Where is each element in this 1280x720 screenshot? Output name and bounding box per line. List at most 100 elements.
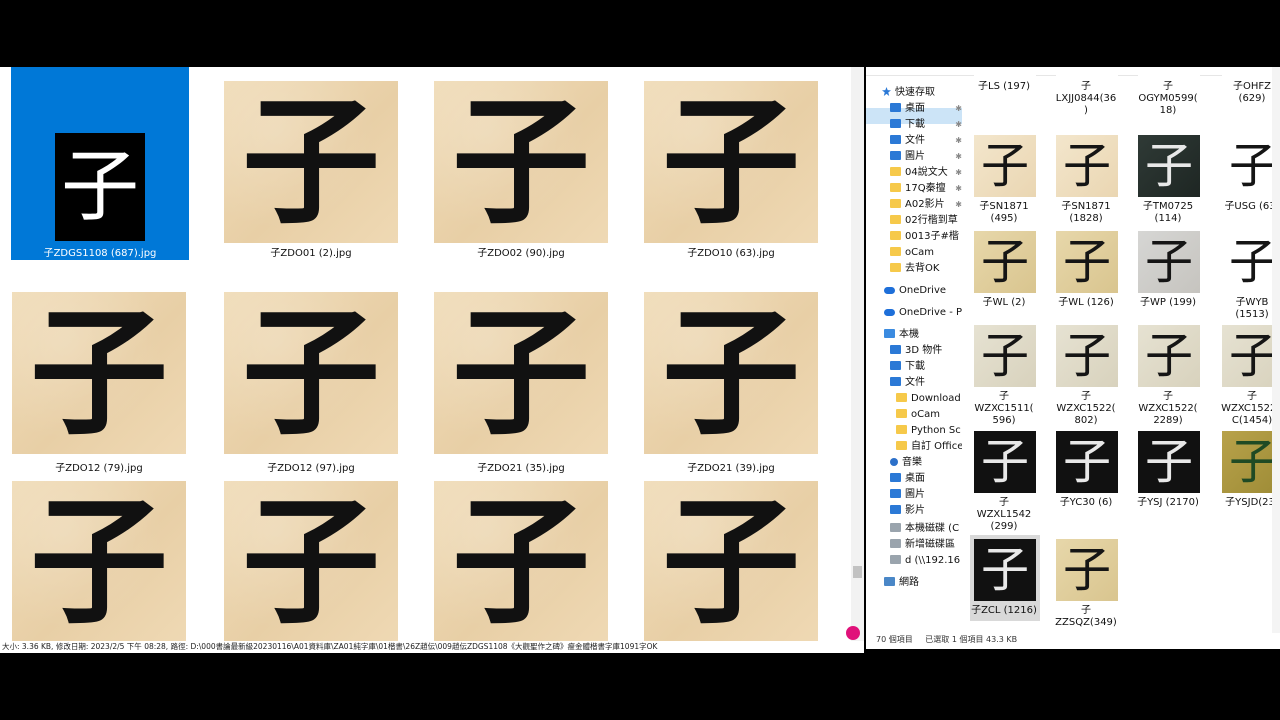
folder-icon (890, 247, 901, 256)
nav-item[interactable]: 去背OK (890, 261, 962, 277)
nav-item[interactable]: 下載 (890, 359, 962, 375)
nav-item[interactable]: 網路 (884, 575, 962, 591)
file-item[interactable]: 子子WL (2) (974, 231, 1036, 321)
thumbnail-item[interactable]: 子 (644, 473, 818, 653)
nav-item[interactable]: A02影片 ✱ (890, 197, 962, 213)
nav-item[interactable]: 文件 (890, 375, 962, 391)
nav-item[interactable]: 桌面 (890, 471, 962, 487)
nav-item[interactable]: oCam (890, 245, 962, 261)
thumbnail-item[interactable]: 子子ZDO21 (35).jpg (434, 280, 608, 480)
nav-item[interactable]: 本機 (884, 327, 962, 343)
nav-item[interactable]: d (\\192.16 (890, 553, 962, 569)
nav-item[interactable]: oCam (896, 407, 962, 423)
nav-item-label: 桌面 (905, 103, 925, 114)
nav-item[interactable]: 快速存取 (882, 85, 962, 101)
nav-item-label: 17Q秦擅 (905, 183, 946, 194)
selection-info: 已選取 1 個項目 43.3 KB (925, 635, 1018, 644)
file-item[interactable]: 子子ZCL (1216) (970, 535, 1040, 629)
nav-item[interactable]: 04說文大 ✱ (890, 165, 962, 181)
download-icon (890, 119, 901, 128)
file-name: 子 ZZSQZ(349) (1055, 605, 1117, 628)
thumbnail-caption: 子ZDO01 (2).jpg (270, 248, 352, 259)
file-name: 子SN1871 (495) (979, 201, 1029, 224)
folder-icon (890, 199, 901, 208)
nav-item[interactable]: 02行楷到草 (890, 213, 962, 229)
nav-item-label: oCam (911, 409, 940, 420)
nav-item[interactable]: 自訂 Office (896, 439, 962, 455)
thumbnail-image: 子 (224, 292, 398, 454)
thumbnail-item[interactable]: 子 (12, 473, 186, 653)
file-item[interactable]: 子子SN1871 (1828) (1056, 135, 1118, 225)
file-item[interactable]: 子子 WZXC1511(596) (974, 325, 1036, 426)
nav-item[interactable]: 圖片 (890, 487, 962, 503)
thumbnail-image: 子 (12, 481, 186, 643)
cloud-icon (884, 309, 895, 316)
nav-item[interactable]: 圖片 ✱ (890, 149, 962, 165)
download-icon (890, 361, 901, 370)
nav-item[interactable]: 下載 ✱ (890, 117, 962, 133)
thumbnail-image: 子 (434, 292, 608, 454)
document-icon (890, 377, 901, 386)
nav-item[interactable]: 0013子#楷 (890, 229, 962, 245)
nav-item-label: 本機 (899, 329, 919, 340)
music-icon (890, 458, 898, 466)
thumbnail-caption: 子ZDO02 (90).jpg (477, 248, 565, 259)
file-name: 子 WZXC1522(802) (1056, 391, 1116, 426)
nav-item[interactable]: 文件 ✱ (890, 133, 962, 149)
nav-item[interactable]: 音樂 (890, 455, 962, 471)
file-item[interactable]: 子子 WZXL1542 (299) (974, 431, 1036, 532)
nav-item[interactable]: 影片 (890, 503, 962, 519)
thumbnail-image: 子 (12, 292, 186, 454)
thumbnail-item[interactable]: 子子ZDO01 (2).jpg (224, 67, 398, 267)
nav-item[interactable]: 本機磁碟 (C (890, 521, 962, 537)
nav-item[interactable]: 新增磁碟區 (890, 537, 962, 553)
nav-item[interactable]: OneDrive - P (884, 305, 962, 321)
file-name: 子 WZXC1511(596) (974, 391, 1034, 426)
nav-item[interactable]: Download (896, 391, 962, 407)
vertical-scrollbar[interactable] (1272, 67, 1280, 633)
nav-item-label: 圖片 (905, 489, 925, 500)
calligraphy-glyph: 子 (451, 80, 590, 243)
thumbnail-image: 子 (644, 292, 818, 454)
file-name: 子 OGYM0599(18) (1138, 81, 1198, 116)
file-item[interactable]: 子子SN1871 (495) (974, 135, 1036, 225)
file-item[interactable]: 子子 WZXC1522(2289) (1138, 325, 1200, 426)
file-thumbnail (1056, 67, 1118, 77)
file-thumbnail: 子 (974, 325, 1036, 387)
file-item[interactable]: 子子TM0725 (114) (1138, 135, 1200, 225)
file-item[interactable]: 子子YSJ (2170) (1137, 431, 1200, 521)
nav-item[interactable]: OneDrive (884, 283, 962, 299)
file-item[interactable]: 子子WL (126) (1056, 231, 1118, 321)
thumbnail-item[interactable]: 子子ZDO02 (90).jpg (434, 67, 608, 267)
pin-icon: ✱ (955, 120, 962, 129)
video-icon (890, 505, 901, 514)
file-item[interactable]: 子子 ZZSQZ(349) (1055, 539, 1118, 629)
thumbnail-item[interactable]: 子 (434, 473, 608, 653)
thumbnail-item[interactable]: 子子ZDO21 (39).jpg (644, 280, 818, 480)
nav-item-label: 新增磁碟區 (905, 539, 955, 550)
nav-item[interactable]: Python Sc (896, 423, 962, 439)
file-item[interactable]: 子子 WZXC1522(802) (1056, 325, 1118, 426)
file-thumbnail: 子 (1138, 231, 1200, 293)
folder-icon (896, 393, 907, 402)
calligraphy-glyph: 子 (1144, 234, 1193, 290)
thumbnail-item[interactable]: 子子ZDGS1108 (687).jpg (11, 67, 189, 260)
file-item[interactable]: 子子WP (199) (1138, 231, 1200, 321)
file-name: 子USG (63) (1224, 201, 1280, 212)
thumbnail-image: 子 (224, 81, 398, 243)
file-item[interactable]: 子子YC30 (6) (1056, 431, 1118, 521)
thumbnail-item[interactable]: 子子ZDO12 (97).jpg (224, 280, 398, 480)
file-thumbnail: 子 (1056, 431, 1118, 493)
thumbnail-caption: 子ZDO21 (39).jpg (687, 463, 775, 474)
folder-icon (896, 425, 907, 434)
nav-item[interactable]: 桌面 ✱ (890, 101, 962, 117)
scrollbar-thumb[interactable] (853, 566, 862, 578)
thumbnail-item[interactable]: 子子ZDO12 (79).jpg (12, 280, 186, 480)
nav-item[interactable]: 3D 物件 (890, 343, 962, 359)
thumbnail-item[interactable]: 子 (224, 473, 398, 653)
thumbnail-item[interactable]: 子子ZDO10 (63).jpg (644, 67, 818, 267)
pin-icon: ✱ (955, 184, 962, 193)
calligraphy-glyph: 子 (980, 542, 1029, 598)
folder-icon (890, 231, 901, 240)
nav-item[interactable]: 17Q秦擅 ✱ (890, 181, 962, 197)
